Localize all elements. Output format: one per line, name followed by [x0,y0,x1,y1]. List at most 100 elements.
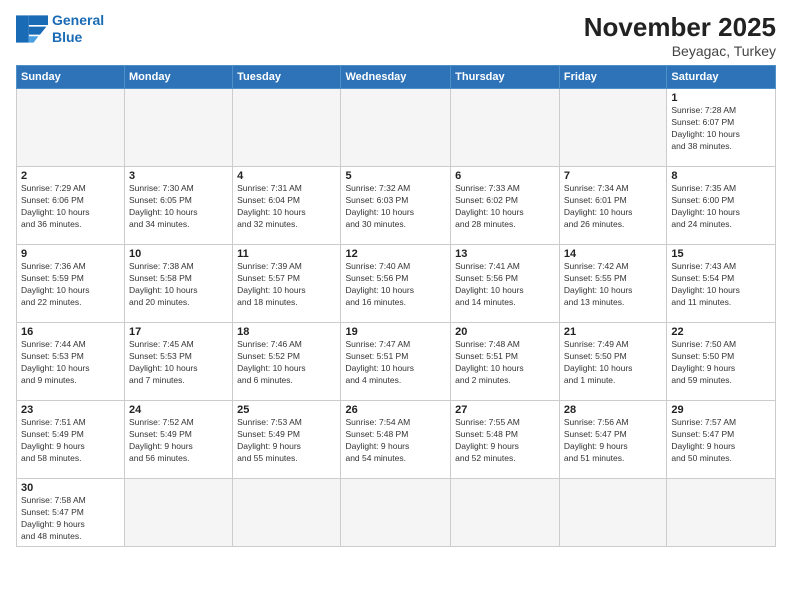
calendar-cell [559,89,666,167]
month-title: November 2025 [584,12,776,43]
day-info: Sunrise: 7:45 AMSunset: 5:53 PMDaylight:… [129,339,228,387]
calendar-cell: 6Sunrise: 7:33 AMSunset: 6:02 PMDaylight… [451,167,560,245]
day-number: 15 [671,248,771,260]
calendar-cell [667,479,776,547]
day-number: 22 [671,326,771,338]
calendar-cell: 15Sunrise: 7:43 AMSunset: 5:54 PMDayligh… [667,245,776,323]
day-info: Sunrise: 7:46 AMSunset: 5:52 PMDaylight:… [237,339,336,387]
calendar-cell: 8Sunrise: 7:35 AMSunset: 6:00 PMDaylight… [667,167,776,245]
calendar-header: Sunday Monday Tuesday Wednesday Thursday… [17,66,776,89]
day-number: 4 [237,170,336,182]
col-thursday: Thursday [451,66,560,89]
day-info: Sunrise: 7:32 AMSunset: 6:03 PMDaylight:… [345,183,446,231]
day-info: Sunrise: 7:41 AMSunset: 5:56 PMDaylight:… [455,261,555,309]
day-info: Sunrise: 7:54 AMSunset: 5:48 PMDaylight:… [345,417,446,465]
day-info: Sunrise: 7:35 AMSunset: 6:00 PMDaylight:… [671,183,771,231]
day-info: Sunrise: 7:49 AMSunset: 5:50 PMDaylight:… [564,339,662,387]
day-info: Sunrise: 7:29 AMSunset: 6:06 PMDaylight:… [21,183,120,231]
calendar-cell: 13Sunrise: 7:41 AMSunset: 5:56 PMDayligh… [451,245,560,323]
calendar-cell: 19Sunrise: 7:47 AMSunset: 5:51 PMDayligh… [341,323,451,401]
day-number: 8 [671,170,771,182]
day-info: Sunrise: 7:38 AMSunset: 5:58 PMDaylight:… [129,261,228,309]
calendar-cell: 4Sunrise: 7:31 AMSunset: 6:04 PMDaylight… [233,167,341,245]
day-info: Sunrise: 7:36 AMSunset: 5:59 PMDaylight:… [21,261,120,309]
calendar-cell: 18Sunrise: 7:46 AMSunset: 5:52 PMDayligh… [233,323,341,401]
day-info: Sunrise: 7:40 AMSunset: 5:56 PMDaylight:… [345,261,446,309]
header: General Blue November 2025 Beyagac, Turk… [16,12,776,59]
day-info: Sunrise: 7:47 AMSunset: 5:51 PMDaylight:… [345,339,446,387]
day-number: 6 [455,170,555,182]
day-info: Sunrise: 7:34 AMSunset: 6:01 PMDaylight:… [564,183,662,231]
day-number: 17 [129,326,228,338]
calendar-cell: 16Sunrise: 7:44 AMSunset: 5:53 PMDayligh… [17,323,125,401]
calendar-cell: 28Sunrise: 7:56 AMSunset: 5:47 PMDayligh… [559,401,666,479]
calendar-cell: 21Sunrise: 7:49 AMSunset: 5:50 PMDayligh… [559,323,666,401]
calendar-cell: 24Sunrise: 7:52 AMSunset: 5:49 PMDayligh… [125,401,233,479]
calendar-cell [233,479,341,547]
day-info: Sunrise: 7:30 AMSunset: 6:05 PMDaylight:… [129,183,228,231]
calendar-row-3: 16Sunrise: 7:44 AMSunset: 5:53 PMDayligh… [17,323,776,401]
calendar-cell: 22Sunrise: 7:50 AMSunset: 5:50 PMDayligh… [667,323,776,401]
day-number: 27 [455,404,555,416]
calendar-cell [341,89,451,167]
calendar-cell: 2Sunrise: 7:29 AMSunset: 6:06 PMDaylight… [17,167,125,245]
calendar-cell: 20Sunrise: 7:48 AMSunset: 5:51 PMDayligh… [451,323,560,401]
day-info: Sunrise: 7:42 AMSunset: 5:55 PMDaylight:… [564,261,662,309]
day-info: Sunrise: 7:50 AMSunset: 5:50 PMDaylight:… [671,339,771,387]
day-number: 21 [564,326,662,338]
day-info: Sunrise: 7:55 AMSunset: 5:48 PMDaylight:… [455,417,555,465]
logo-icon [16,15,48,43]
day-number: 13 [455,248,555,260]
calendar-cell [17,89,125,167]
day-number: 24 [129,404,228,416]
day-number: 29 [671,404,771,416]
calendar: Sunday Monday Tuesday Wednesday Thursday… [16,65,776,547]
col-tuesday: Tuesday [233,66,341,89]
day-number: 20 [455,326,555,338]
day-number: 7 [564,170,662,182]
calendar-cell: 3Sunrise: 7:30 AMSunset: 6:05 PMDaylight… [125,167,233,245]
calendar-cell [559,479,666,547]
day-number: 26 [345,404,446,416]
logo-blue: Blue [52,29,104,46]
day-info: Sunrise: 7:39 AMSunset: 5:57 PMDaylight:… [237,261,336,309]
day-info: Sunrise: 7:44 AMSunset: 5:53 PMDaylight:… [21,339,120,387]
calendar-cell: 25Sunrise: 7:53 AMSunset: 5:49 PMDayligh… [233,401,341,479]
day-number: 14 [564,248,662,260]
col-friday: Friday [559,66,666,89]
calendar-cell: 23Sunrise: 7:51 AMSunset: 5:49 PMDayligh… [17,401,125,479]
calendar-cell [341,479,451,547]
calendar-cell: 10Sunrise: 7:38 AMSunset: 5:58 PMDayligh… [125,245,233,323]
calendar-row-5: 30Sunrise: 7:58 AMSunset: 5:47 PMDayligh… [17,479,776,547]
calendar-row-0: 1Sunrise: 7:28 AMSunset: 6:07 PMDaylight… [17,89,776,167]
header-row: Sunday Monday Tuesday Wednesday Thursday… [17,66,776,89]
day-number: 18 [237,326,336,338]
logo-general: General [52,12,104,28]
col-wednesday: Wednesday [341,66,451,89]
day-number: 9 [21,248,120,260]
calendar-cell: 1Sunrise: 7:28 AMSunset: 6:07 PMDaylight… [667,89,776,167]
calendar-cell: 7Sunrise: 7:34 AMSunset: 6:01 PMDaylight… [559,167,666,245]
logo: General Blue [16,12,104,46]
day-number: 3 [129,170,228,182]
calendar-cell: 5Sunrise: 7:32 AMSunset: 6:03 PMDaylight… [341,167,451,245]
day-number: 23 [21,404,120,416]
day-number: 25 [237,404,336,416]
calendar-cell [233,89,341,167]
col-saturday: Saturday [667,66,776,89]
calendar-row-4: 23Sunrise: 7:51 AMSunset: 5:49 PMDayligh… [17,401,776,479]
calendar-cell [125,89,233,167]
day-info: Sunrise: 7:43 AMSunset: 5:54 PMDaylight:… [671,261,771,309]
page: General Blue November 2025 Beyagac, Turk… [0,0,792,612]
calendar-cell: 27Sunrise: 7:55 AMSunset: 5:48 PMDayligh… [451,401,560,479]
calendar-cell: 14Sunrise: 7:42 AMSunset: 5:55 PMDayligh… [559,245,666,323]
calendar-cell: 11Sunrise: 7:39 AMSunset: 5:57 PMDayligh… [233,245,341,323]
calendar-cell: 9Sunrise: 7:36 AMSunset: 5:59 PMDaylight… [17,245,125,323]
calendar-row-2: 9Sunrise: 7:36 AMSunset: 5:59 PMDaylight… [17,245,776,323]
day-info: Sunrise: 7:31 AMSunset: 6:04 PMDaylight:… [237,183,336,231]
day-info: Sunrise: 7:48 AMSunset: 5:51 PMDaylight:… [455,339,555,387]
day-info: Sunrise: 7:53 AMSunset: 5:49 PMDaylight:… [237,417,336,465]
calendar-cell [451,479,560,547]
day-info: Sunrise: 7:56 AMSunset: 5:47 PMDaylight:… [564,417,662,465]
day-number: 12 [345,248,446,260]
